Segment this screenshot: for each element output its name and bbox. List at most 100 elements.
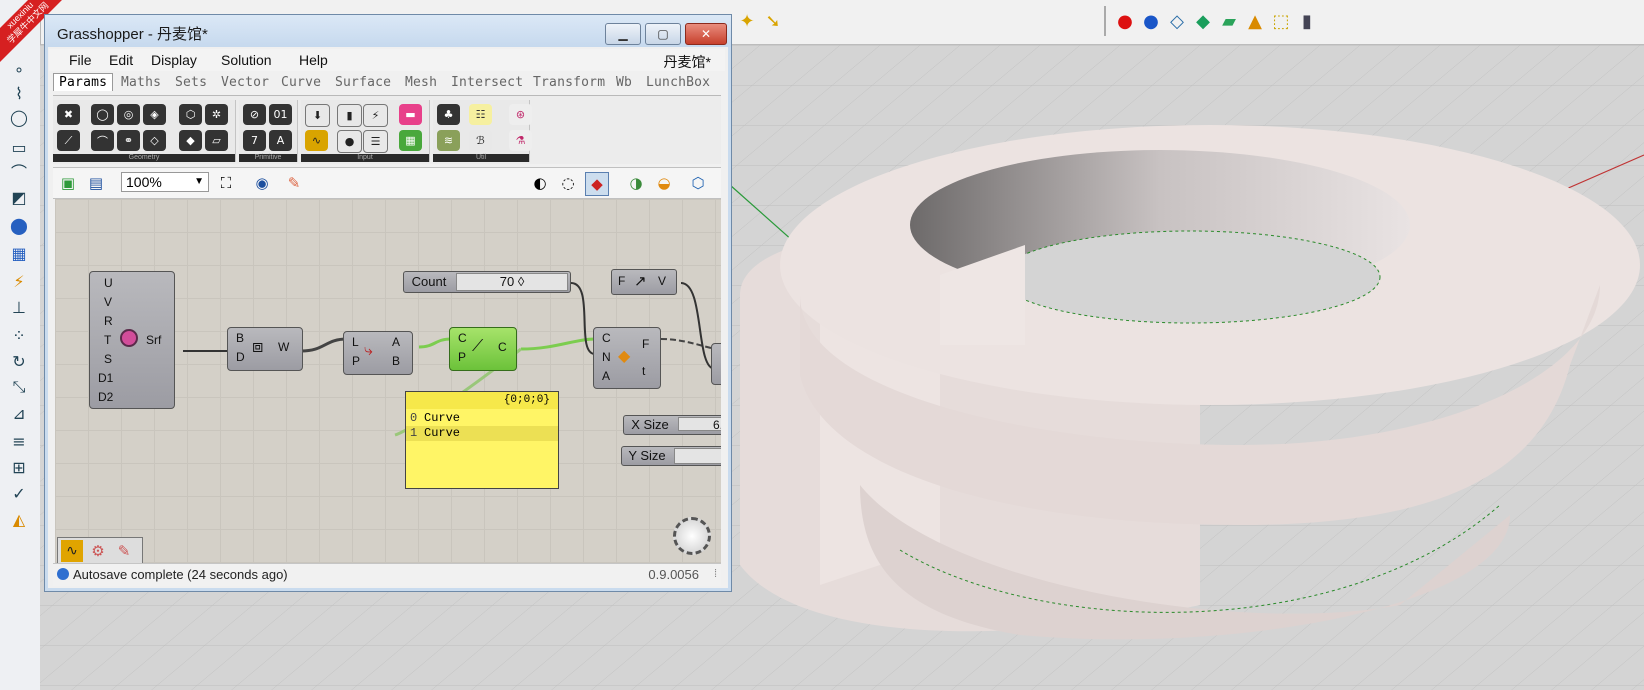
sketch-icon[interactable]: ✎ (283, 172, 305, 194)
mesh-icon[interactable]: ▦ (6, 242, 32, 264)
grasshopper-window[interactable]: Grasshopper - 丹麦馆* ▁ ▢ ✕ File Edit Displ… (44, 14, 732, 592)
input-n[interactable]: N (602, 350, 611, 364)
vector-node[interactable]: F ↗ V (611, 269, 677, 295)
menu-help[interactable]: Help (299, 52, 328, 68)
surface-param-icon[interactable]: ◈ (143, 104, 166, 125)
input-c[interactable]: C (458, 331, 467, 345)
count-slider[interactable]: Count 70 ◊ (403, 271, 571, 293)
x-size-track[interactable]: 6. (678, 417, 721, 432)
input-l[interactable]: L (352, 335, 359, 349)
point-icon[interactable]: ∘ (6, 58, 32, 80)
curve-icon[interactable]: ⌒ (6, 160, 32, 182)
align-icon[interactable]: ⊥ (6, 296, 32, 318)
tab-vector[interactable]: Vector (221, 75, 269, 90)
zoom-select[interactable]: 100% ▼ (121, 172, 209, 192)
menu-edit[interactable]: Edit (109, 52, 133, 68)
rectangle-icon[interactable]: ▭ (6, 136, 32, 158)
output-c[interactable]: C (498, 340, 507, 354)
panel-icon[interactable]: ▮ (1296, 10, 1318, 32)
graph-icon[interactable]: ∿ (61, 540, 83, 562)
group-param-icon[interactable]: ◇ (143, 130, 166, 151)
input-u[interactable]: U (104, 276, 113, 290)
input-d2[interactable]: D2 (98, 390, 113, 404)
output-srf[interactable]: Srf (146, 333, 161, 347)
mesh-settings-icon[interactable]: ⬡ (687, 172, 709, 194)
plane-param-icon[interactable]: ▱ (205, 130, 228, 151)
scale-icon[interactable]: ⤡ (6, 376, 32, 398)
matrix-icon[interactable]: ▦ (399, 130, 422, 151)
mesh-param-icon[interactable]: ✲ (205, 104, 228, 125)
tab-transform[interactable]: Transform (533, 75, 605, 90)
graph-mapper-icon[interactable]: ∿ (305, 130, 328, 151)
save-icon[interactable]: ▤ (85, 172, 107, 194)
minimize-button[interactable]: ▁ (605, 23, 641, 45)
input-s[interactable]: S (104, 352, 112, 366)
number-icon[interactable]: 01 (269, 104, 292, 125)
circle-param-icon[interactable]: ◯ (91, 104, 114, 125)
paint-icon[interactable]: ◭ (6, 508, 32, 530)
input-t[interactable]: T (104, 333, 111, 347)
input-v[interactable]: V (104, 295, 112, 309)
frame-icon[interactable]: ⬚ (1270, 10, 1292, 32)
sphere-red-icon[interactable]: ● (1114, 10, 1136, 32)
x-size-slider[interactable]: X Size 6. (623, 415, 721, 435)
menu-solution[interactable]: Solution (221, 52, 272, 68)
tab-curve[interactable]: Curve (281, 75, 321, 90)
color-wheel-icon[interactable]: ⊛ (509, 104, 532, 125)
window-titlebar[interactable]: Grasshopper - 丹麦馆* ▁ ▢ ✕ (45, 15, 731, 47)
text-param-icon[interactable]: A (269, 130, 292, 151)
polyline-icon[interactable]: ⌇ (6, 82, 32, 104)
slider-icon[interactable]: ● (337, 130, 362, 153)
arrow-icon[interactable]: ➘ (762, 10, 784, 32)
canvas-navigator-icon[interactable] (673, 517, 711, 555)
input-a[interactable]: A (602, 369, 610, 383)
output-f[interactable]: F (642, 337, 649, 351)
import-icon[interactable]: ⬇ (305, 104, 330, 127)
check-icon[interactable]: ✓ (6, 482, 32, 504)
arc-param-icon[interactable]: ⌒ (91, 130, 114, 151)
rotate-icon[interactable]: ↻ (6, 350, 32, 372)
tab-surface[interactable]: Surface (335, 75, 391, 90)
menu-file[interactable]: File (69, 52, 92, 68)
preview-shaded-icon[interactable]: ◆ (585, 172, 609, 196)
bake-icon[interactable]: ✎ (113, 540, 135, 562)
document-preview-icon[interactable]: ◒ (653, 172, 675, 194)
field-param-icon[interactable]: ◆ (179, 130, 202, 151)
render-icon[interactable]: ◆ (1192, 10, 1214, 32)
output-t[interactable]: t (642, 364, 645, 378)
toggle-icon[interactable]: ▮ (337, 104, 362, 127)
yellow-panel[interactable]: {0;0;0} 0 Curve 1 Curve (405, 391, 559, 489)
brep-param-icon[interactable]: ⚭ (117, 130, 140, 151)
array-icon[interactable]: ⁘ (6, 324, 32, 346)
sphere-icon[interactable]: ⬤ (6, 214, 32, 236)
grasshopper-canvas[interactable]: U V R T S D1 D2 Srf B D ⧈ W L P ⤷ A B C (55, 199, 721, 579)
maximize-button[interactable]: ▢ (645, 23, 681, 45)
selected-preview-icon[interactable]: ◑ (625, 172, 647, 194)
eye-icon[interactable]: ◉ (251, 172, 273, 194)
dimension-icon[interactable]: ⊿ (6, 402, 32, 424)
input-p[interactable]: P (352, 354, 360, 368)
scribble-icon[interactable]: ℬ (469, 130, 492, 151)
project-node[interactable]: C P ⟋ C (449, 327, 517, 371)
transform-icon[interactable]: ⚡ (6, 270, 32, 292)
flip-node[interactable]: L P ⤷ A B (343, 331, 413, 375)
resize-grip-icon[interactable]: ⁞ (714, 568, 717, 580)
tab-mesh[interactable]: Mesh (405, 75, 437, 90)
close-button[interactable]: ✕ (685, 23, 727, 45)
y-size-track[interactable] (674, 448, 721, 464)
tab-wb[interactable]: Wb (616, 75, 632, 90)
tab-sets[interactable]: Sets (175, 75, 207, 90)
open-file-icon[interactable]: ▣ (57, 172, 79, 194)
output-v[interactable]: V (658, 274, 666, 288)
button-param-icon[interactable]: ⚡ (363, 104, 388, 127)
boolean-icon[interactable]: ⊘ (243, 104, 266, 125)
tab-intersect[interactable]: Intersect (451, 75, 523, 90)
light-icon[interactable]: ✦ (736, 10, 758, 32)
data-recorder-icon[interactable]: ≋ (437, 130, 460, 151)
tab-lunchbox[interactable]: LunchBox (646, 75, 710, 90)
menu-display[interactable]: Display (151, 52, 197, 68)
input-r[interactable]: R (104, 314, 113, 328)
value-list-icon[interactable]: ☰ (363, 130, 388, 153)
input-f[interactable]: F (618, 274, 625, 288)
box-param-icon[interactable]: ⬡ (179, 104, 202, 125)
